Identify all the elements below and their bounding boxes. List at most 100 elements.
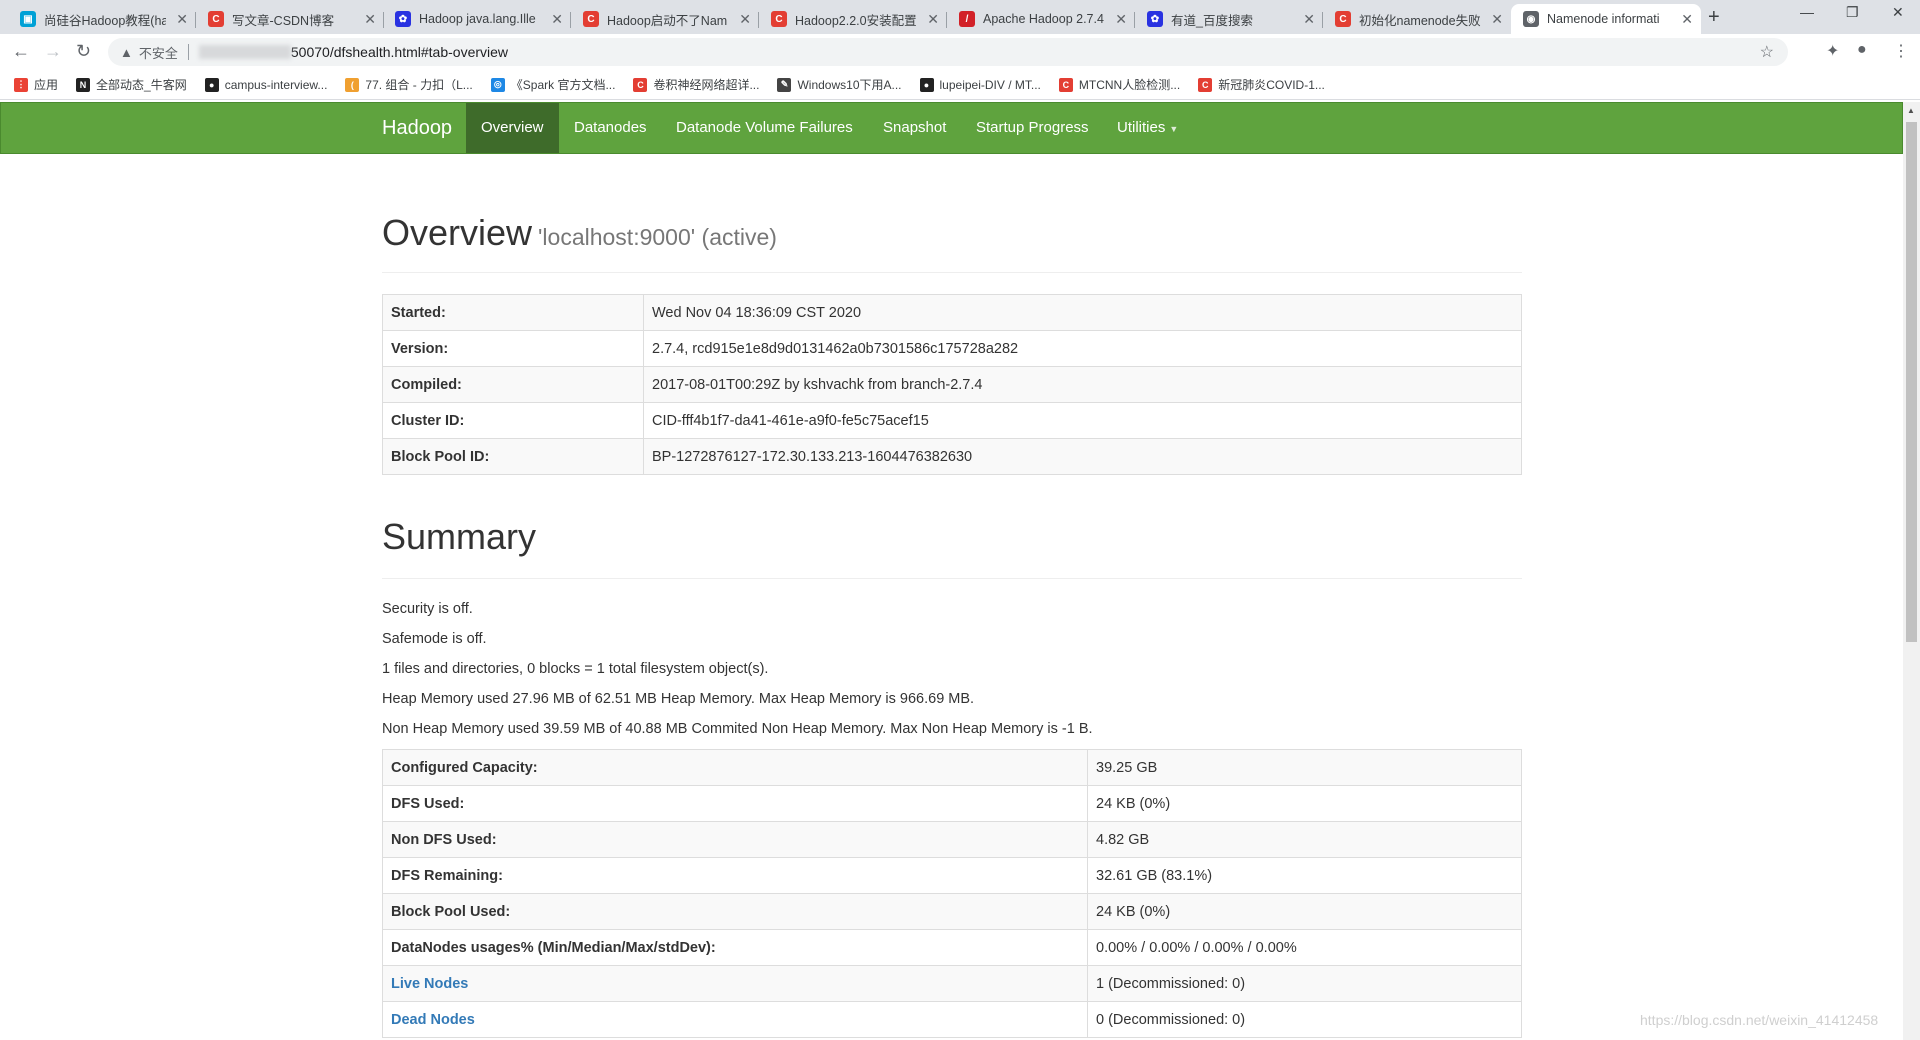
bookmark-item[interactable]: N 全部动态_牛客网 (76, 76, 187, 93)
table-row: Cluster ID: CID-fff4b1f7-da41-461e-a9f0-f… (382, 402, 1522, 439)
bookmark-label: campus-interview... (224, 77, 328, 92)
row-key: Non DFS Used: (382, 821, 1088, 858)
dead-nodes-link[interactable]: Dead Nodes (391, 1012, 475, 1028)
summary-heading: Summary (382, 516, 537, 557)
extensions-icon[interactable]: ✦ (1826, 41, 1839, 61)
browser-tab[interactable]: ✿ Hadoop java.lang.Ille ✕ (383, 4, 571, 34)
baidu-icon: ✿ (395, 11, 411, 27)
table-row: Non DFS Used: 4.82 GB (382, 821, 1522, 858)
new-tab-button[interactable]: + (1708, 6, 1720, 29)
bookmark-item[interactable]: C 卷积神经网络超详... (633, 76, 759, 93)
browser-tab[interactable]: ✿ 有道_百度搜索 ✕ (1135, 4, 1323, 34)
bookmark-label: 卷积神经网络超详... (653, 78, 760, 92)
row-value: 1 (Decommissioned: 0) (1087, 965, 1522, 1002)
vertical-scrollbar[interactable]: ▲ (1903, 102, 1920, 1040)
row-key: DataNodes usages% (Min/Median/Max/stdDev… (382, 929, 1088, 966)
url-text[interactable]: 50070/dfshealth.html#tab-overview (291, 44, 508, 60)
insecure-label[interactable]: 不安全 (139, 43, 178, 62)
overview-table: Started: Wed Nov 04 18:36:09 CST 2020 Vers… (382, 294, 1522, 475)
back-icon[interactable]: ← (12, 41, 30, 62)
minimize-button[interactable]: — (1800, 4, 1814, 20)
bookmark-favicon-icon: C (633, 77, 648, 92)
brand-logo[interactable]: Hadoop (382, 117, 452, 140)
table-row: DFS Used: 24 KB (0%) (382, 785, 1522, 822)
nav-overview[interactable]: Overview (466, 103, 559, 153)
close-window-button[interactable]: ✕ (1892, 4, 1904, 21)
bookmark-item[interactable]: C 新冠肺炎COVID-1... (1198, 76, 1325, 93)
csdn-icon: C (208, 11, 224, 27)
row-value: 4.82 GB (1087, 821, 1522, 858)
profile-avatar-icon[interactable]: ● (1857, 41, 1867, 59)
browser-tab[interactable]: C 初始化namenode失败 ✕ (1323, 4, 1511, 34)
forward-icon[interactable]: → (44, 41, 62, 62)
tab-title: Hadoop2.2.0安装配置 (795, 13, 917, 28)
nav-datanodes[interactable]: Datanodes (559, 103, 662, 153)
scrollbar-thumb[interactable] (1906, 122, 1917, 642)
row-value: 0 (Decommissioned: 0) (1087, 1001, 1522, 1038)
bookmark-star-icon[interactable]: ☆ (1760, 42, 1774, 62)
tab-title: Namenode informati (1547, 12, 1660, 26)
bookmark-favicon-icon: ● (204, 77, 219, 92)
bookmark-label: lupeipei-DIV / MT... (939, 77, 1041, 92)
baidu-icon: ✿ (1147, 11, 1163, 27)
address-bar[interactable]: ▲ 不安全 50070/dfshealth.html#tab-overview … (108, 38, 1788, 66)
apache-feather-icon: / (959, 11, 975, 27)
row-value: 32.61 GB (83.1%) (1087, 857, 1522, 894)
bookmark-item[interactable]: C MTCNN人脸检测... (1058, 76, 1180, 93)
tab-close-icon[interactable]: ✕ (927, 11, 939, 27)
bookmark-item[interactable]: ● lupeipei-DIV / MT... (919, 77, 1041, 92)
row-key: Started: (382, 294, 644, 331)
bookmark-item[interactable]: (77. 组合 - 力扣（L... (345, 76, 473, 93)
tab-close-icon[interactable]: ✕ (551, 11, 563, 27)
live-nodes-link[interactable]: Live Nodes (391, 976, 468, 992)
tab-close-icon[interactable]: ✕ (1681, 11, 1693, 27)
summary-line: Security is off. (382, 601, 473, 617)
menu-kebab-icon[interactable]: ⋮ (1893, 41, 1909, 61)
reload-icon[interactable]: ↻ (76, 41, 91, 62)
row-key: Live Nodes (382, 965, 1088, 1002)
row-key: Version: (382, 330, 644, 367)
browser-toolbar: ← → ↻ ▲ 不安全 50070/dfshealth.html#tab-ove… (0, 34, 1920, 70)
browser-tab[interactable]: ◉ Namenode informati ✕ (1511, 4, 1701, 34)
tab-close-icon[interactable]: ✕ (176, 11, 188, 27)
tab-title: 有道_百度搜索 (1171, 13, 1253, 28)
row-key: Cluster ID: (382, 402, 644, 439)
nav-datanode-volume-failures[interactable]: Datanode Volume Failures (661, 103, 868, 153)
table-row: Block Pool ID: BP-1272876127-172.30.133.2… (382, 438, 1522, 475)
table-row: Configured Capacity: 39.25 GB (382, 749, 1522, 786)
summary-line: Safemode is off. (382, 631, 487, 647)
summary-line: 1 files and directories, 0 blocks = 1 to… (382, 661, 769, 677)
browser-tab-strip: ▣ 尚硅谷Hadoop教程(ha ✕ C 写文章-CSDN博客 ✕ ✿ Hadoop java… (0, 0, 1920, 34)
tab-close-icon[interactable]: ✕ (1115, 11, 1127, 27)
browser-tab[interactable]: ▣ 尚硅谷Hadoop教程(ha ✕ (8, 4, 196, 34)
bookmark-item[interactable]: ✎ Windows10下用A... (777, 76, 902, 93)
warning-icon[interactable]: ▲ (120, 45, 133, 60)
tab-close-icon[interactable]: ✕ (1491, 11, 1503, 27)
bookmark-item[interactable]: ⋮ 应用 (14, 76, 58, 93)
browser-tab[interactable]: C Hadoop2.2.0安装配置 ✕ (759, 4, 947, 34)
tab-close-icon[interactable]: ✕ (364, 11, 376, 27)
browser-tab[interactable]: / Apache Hadoop 2.7.4 ✕ (947, 4, 1135, 34)
bookmark-favicon-icon: C (1198, 77, 1213, 92)
bookmark-favicon-icon: ◎ (490, 77, 505, 92)
tab-close-icon[interactable]: ✕ (1303, 11, 1315, 27)
bookmarks-bar: ⋮ 应用 N 全部动态_牛客网 ● campus-interview... (77. 组合 … (0, 70, 1920, 100)
bookmark-label: 全部动态_牛客网 (96, 78, 187, 92)
row-value: 2017-08-01T00:29Z by kshvachk from branc… (643, 366, 1522, 403)
table-row: Live Nodes 1 (Decommissioned: 0) (382, 965, 1522, 1002)
bookmark-label: 新冠肺炎COVID-1... (1218, 78, 1325, 92)
restore-button[interactable]: ❐ (1846, 4, 1859, 21)
separator (187, 44, 189, 60)
nav-startup-progress[interactable]: Startup Progress (961, 103, 1104, 153)
tab-title: Hadoop启动不了Nam (607, 13, 728, 28)
nav-utilities[interactable]: Utilities ▼ (1102, 103, 1193, 153)
bookmark-favicon-icon: ● (919, 77, 934, 92)
browser-tab[interactable]: C 写文章-CSDN博客 ✕ (196, 4, 384, 34)
bookmark-item[interactable]: ◎ 《Spark 官方文档... (490, 76, 615, 93)
bookmark-item[interactable]: ● campus-interview... (204, 77, 328, 92)
nav-snapshot[interactable]: Snapshot (868, 103, 961, 153)
scroll-up-icon[interactable]: ▲ (1907, 106, 1915, 115)
tab-title: Apache Hadoop 2.7.4 (983, 12, 1104, 26)
browser-tab[interactable]: C Hadoop启动不了Nam ✕ (571, 4, 759, 34)
tab-close-icon[interactable]: ✕ (739, 11, 751, 27)
